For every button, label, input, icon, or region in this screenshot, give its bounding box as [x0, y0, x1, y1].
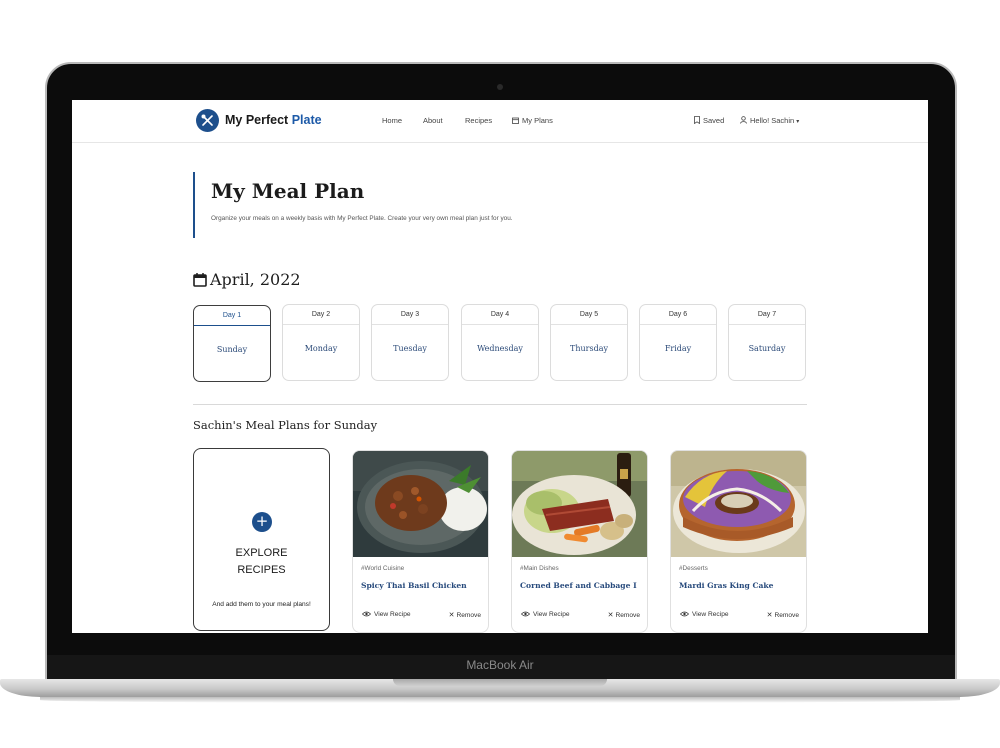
user-icon: [740, 116, 747, 124]
calendar-icon: [512, 117, 519, 124]
view-recipe-button[interactable]: View Recipe: [679, 611, 729, 618]
day-tab-6[interactable]: Day 6 Friday: [639, 304, 717, 381]
recipe-card[interactable]: #World Cuisine Spicy Thai Basil Chicken …: [352, 450, 489, 633]
day-number: Day 5: [551, 305, 627, 325]
recipe-category: #Main Dishes: [520, 565, 559, 572]
calendar-icon: [193, 273, 207, 287]
day-number: Day 6: [640, 305, 716, 325]
close-icon: ✕: [766, 612, 773, 619]
day-tab-2[interactable]: Day 2 Monday: [282, 304, 360, 381]
close-icon: ✕: [607, 612, 614, 619]
remove-button[interactable]: ✕ Remove: [767, 611, 799, 619]
day-tab-1[interactable]: Day 1 Sunday: [193, 305, 271, 382]
explore-title-line1: EXPLORE: [235, 547, 288, 559]
recipe-image-king-cake[interactable]: [671, 451, 807, 557]
user-menu[interactable]: Hello! Sachin ▾: [740, 116, 799, 125]
page-subtitle: Organize your meals on a weekly basis wi…: [211, 215, 513, 222]
day-number: Day 2: [283, 305, 359, 325]
month-heading: April, 2022: [193, 270, 301, 289]
view-recipe-label: View Recipe: [374, 611, 411, 618]
recipe-name-link[interactable]: Corned Beef and Cabbage I: [520, 581, 637, 590]
section-divider: [193, 404, 807, 405]
remove-button[interactable]: ✕ Remove: [449, 611, 481, 619]
bookmark-icon: [694, 116, 700, 125]
explore-subtitle: And add them to your meal plans!: [212, 601, 311, 608]
month-label: April, 2022: [210, 270, 301, 289]
recipe-category: #Desserts: [679, 565, 708, 572]
recipe-card[interactable]: #Desserts Mardi Gras King Cake View Reci…: [670, 450, 807, 633]
remove-label: Remove: [615, 612, 640, 619]
day-tab-3[interactable]: Day 3 Tuesday: [371, 304, 449, 381]
device-label: MacBook Air: [466, 658, 534, 672]
recipe-name-link[interactable]: Spicy Thai Basil Chicken: [361, 581, 467, 590]
saved-link[interactable]: Saved: [694, 116, 724, 125]
nav-recipes-link[interactable]: Recipes: [465, 116, 492, 125]
day-tab-7[interactable]: Day 7 Saturday: [728, 304, 806, 381]
eye-icon: [520, 611, 531, 617]
laptop-hinge-notch: [393, 679, 607, 686]
view-recipe-button[interactable]: View Recipe: [520, 611, 570, 618]
webcam: [497, 84, 503, 90]
day-name: Thursday: [570, 344, 608, 353]
chevron-down-icon: ▾: [796, 119, 800, 125]
remove-label: Remove: [456, 612, 481, 619]
nav-my-plans-label: My Plans: [522, 116, 553, 125]
nav-home-link[interactable]: Home: [382, 116, 402, 125]
day-number: Day 3: [372, 305, 448, 325]
recipe-image-thai-basil-chicken[interactable]: [353, 451, 489, 557]
navbar: My Perfect Plate Home About Recipes My P…: [72, 100, 928, 143]
recipe-card[interactable]: #Main Dishes Corned Beef and Cabbage I V…: [511, 450, 648, 633]
recipe-image-corned-beef[interactable]: [512, 451, 648, 557]
recipe-name-link[interactable]: Mardi Gras King Cake: [679, 581, 774, 590]
day-tab-4[interactable]: Day 4 Wednesday: [461, 304, 539, 381]
plans-title: Sachin's Meal Plans for Sunday: [193, 418, 378, 432]
view-recipe-label: View Recipe: [533, 611, 570, 618]
laptop-shadow: [40, 697, 960, 703]
brand-accent: Plate: [291, 113, 322, 127]
day-name: Wednesday: [477, 344, 523, 353]
explore-recipes-card[interactable]: + EXPLORE RECIPES And add them to your m…: [193, 448, 330, 631]
day-name: Tuesday: [393, 344, 427, 353]
eye-icon: [361, 611, 372, 617]
day-number: Day 4: [462, 305, 538, 325]
close-icon: ✕: [448, 612, 455, 619]
remove-label: Remove: [774, 612, 799, 619]
day-number: Day 1: [194, 306, 270, 326]
explore-title-line2: RECIPES: [237, 564, 286, 576]
user-greeting: Hello! Sachin: [750, 116, 795, 125]
day-name: Monday: [304, 344, 338, 353]
view-recipe-button[interactable]: View Recipe: [361, 611, 411, 618]
eye-icon: [679, 611, 690, 617]
brand-name[interactable]: My Perfect Plate: [225, 113, 322, 127]
nav-my-plans-link[interactable]: My Plans: [512, 116, 553, 125]
brand-main: My Perfect: [225, 113, 292, 127]
day-tab-5[interactable]: Day 5 Thursday: [550, 304, 628, 381]
remove-button[interactable]: ✕ Remove: [608, 611, 640, 619]
day-name: Friday: [664, 344, 692, 353]
explore-title: EXPLORE RECIPES: [194, 545, 329, 579]
screen: My Perfect Plate Home About Recipes My P…: [72, 100, 928, 633]
plus-icon[interactable]: +: [252, 512, 272, 532]
nav-about-link[interactable]: About: [423, 116, 443, 125]
saved-label: Saved: [703, 116, 725, 125]
view-recipe-label: View Recipe: [692, 611, 729, 618]
day-name: Sunday: [216, 345, 248, 354]
logo-icon[interactable]: [196, 109, 219, 132]
day-number: Day 7: [729, 305, 805, 325]
recipe-category: #World Cuisine: [361, 565, 405, 572]
page-header: My Meal Plan Organize your meals on a we…: [193, 172, 693, 238]
day-name: Saturday: [748, 344, 786, 353]
page-title: My Meal Plan: [211, 179, 365, 203]
